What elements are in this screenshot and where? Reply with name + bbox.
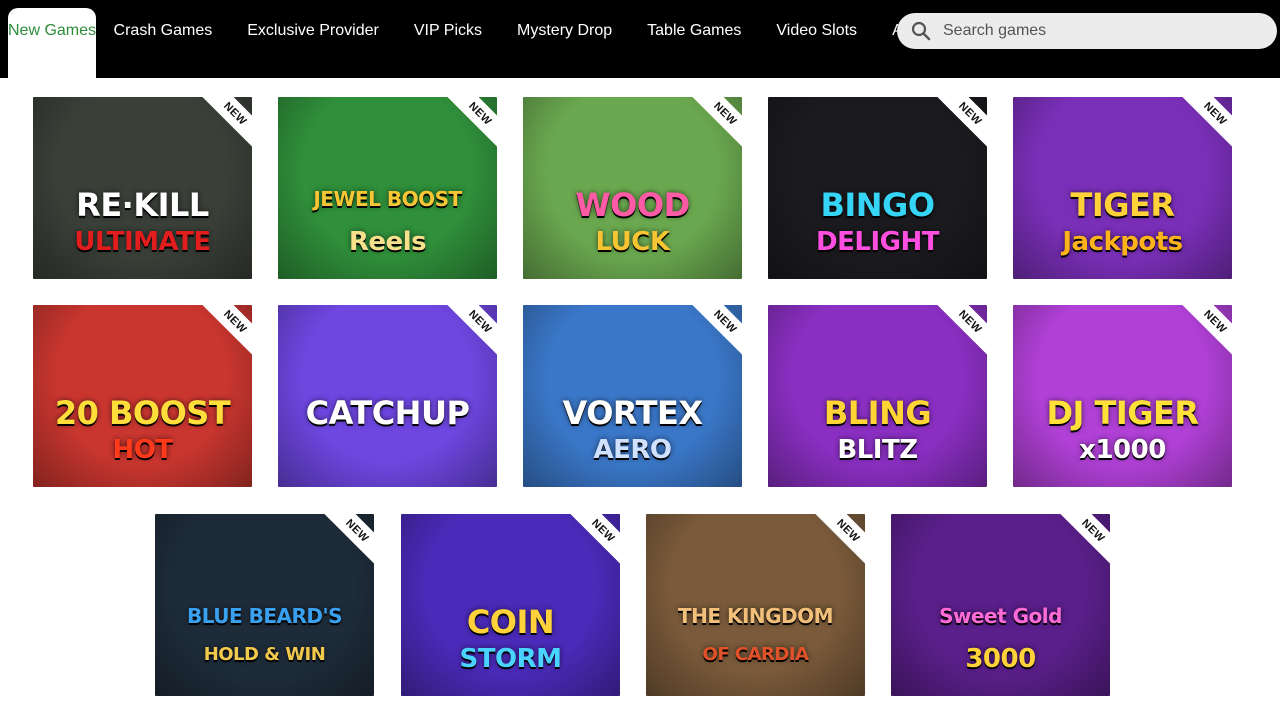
game-subtitle: Jackpots bbox=[1062, 227, 1183, 257]
new-badge-label: NEW bbox=[1201, 308, 1229, 336]
new-badge-label: NEW bbox=[711, 308, 739, 336]
game-tile-vortex-aero[interactable]: VORTEX AERO NEW bbox=[523, 305, 742, 487]
game-title: BLING bbox=[823, 394, 932, 432]
game-tile-jewel-boost-reels[interactable]: JEWEL BOOST Reels NEW bbox=[278, 97, 497, 279]
tab-all-games[interactable]: All Games bbox=[875, 8, 898, 78]
new-badge-label: NEW bbox=[1079, 517, 1107, 545]
new-badge: NEW bbox=[1175, 305, 1232, 362]
new-badge-label: NEW bbox=[343, 517, 371, 545]
tab-video-slots[interactable]: Video Slots bbox=[759, 8, 875, 78]
new-badge-label: NEW bbox=[221, 308, 249, 336]
game-title: THE KINGDOM bbox=[677, 604, 834, 628]
game-subtitle: DELIGHT bbox=[816, 227, 939, 257]
new-badge: NEW bbox=[685, 305, 742, 362]
new-badge: NEW bbox=[685, 97, 742, 154]
game-tile-blue-beards-buried-treasure[interactable]: BLUE BEARD'S HOLD & WIN NEW bbox=[155, 514, 374, 696]
new-badge: NEW bbox=[930, 305, 987, 362]
game-subtitle: OF CARDIA bbox=[702, 644, 809, 665]
tab-vip-picks[interactable]: VIP Picks bbox=[396, 8, 499, 78]
game-tile-re-kill-ultimate[interactable]: RE·KILL ULTIMATE NEW bbox=[33, 97, 252, 279]
game-title: RE·KILL bbox=[76, 186, 209, 224]
new-badge-label: NEW bbox=[466, 308, 494, 336]
game-title: CATCHUP bbox=[305, 394, 470, 432]
game-subtitle: HOLD & WIN bbox=[203, 644, 326, 665]
game-title: Sweet Gold bbox=[939, 604, 1062, 628]
new-badge: NEW bbox=[195, 305, 252, 362]
game-tile-bingo-delight[interactable]: BINGO DELIGHT NEW bbox=[768, 97, 987, 279]
game-subtitle: 3000 bbox=[965, 644, 1036, 674]
tab-new-games[interactable]: New Games bbox=[8, 8, 97, 78]
game-subtitle: STORM bbox=[459, 644, 562, 674]
new-badge: NEW bbox=[440, 97, 497, 154]
new-badge-label: NEW bbox=[956, 100, 984, 128]
category-tabs: New Games Crash Games Exclusive Provider… bbox=[8, 8, 898, 78]
game-tile-wood-luck[interactable]: WOOD LUCK NEW bbox=[523, 97, 742, 279]
new-badge: NEW bbox=[317, 514, 374, 571]
game-title: WOOD bbox=[575, 186, 690, 224]
new-badge: NEW bbox=[563, 514, 620, 571]
game-subtitle: BLITZ bbox=[837, 435, 918, 465]
game-title: 20 BOOST bbox=[54, 394, 231, 432]
new-badge: NEW bbox=[930, 97, 987, 154]
new-badge-label: NEW bbox=[466, 100, 494, 128]
game-title: TIGER bbox=[1070, 186, 1176, 224]
tab-table-games[interactable]: Table Games bbox=[630, 8, 759, 78]
new-badge-label: NEW bbox=[956, 308, 984, 336]
game-title: JEWEL BOOST bbox=[313, 187, 462, 211]
game-title: BINGO bbox=[820, 186, 935, 224]
game-subtitle: AERO bbox=[593, 435, 672, 465]
new-badge-label: NEW bbox=[221, 100, 249, 128]
tab-crash-games[interactable]: Crash Games bbox=[96, 8, 230, 78]
new-badge-label: NEW bbox=[1201, 100, 1229, 128]
game-subtitle: x1000 bbox=[1079, 435, 1166, 465]
game-tile-20-boost-hot[interactable]: 20 BOOST HOT NEW bbox=[33, 305, 252, 487]
game-title: BLUE BEARD'S bbox=[186, 604, 343, 628]
game-tile-sweet-gold-3000[interactable]: Sweet Gold 3000 NEW bbox=[891, 514, 1110, 696]
game-title: COIN bbox=[466, 603, 555, 641]
new-badge: NEW bbox=[440, 305, 497, 362]
tab-exclusive-provider[interactable]: Exclusive Provider bbox=[230, 8, 397, 78]
game-tile-catchup[interactable]: CATCHUP NEW bbox=[278, 305, 497, 487]
game-subtitle: HOT bbox=[112, 435, 173, 465]
game-tile-bling-blitz[interactable]: BLING BLITZ NEW bbox=[768, 305, 987, 487]
game-tile-tiger-jackpots[interactable]: TIGER Jackpots NEW bbox=[1013, 97, 1232, 279]
search-input[interactable] bbox=[943, 22, 1243, 40]
new-badge: NEW bbox=[1175, 97, 1232, 154]
game-tile-coin-storm[interactable]: COIN STORM NEW bbox=[401, 514, 620, 696]
new-badge: NEW bbox=[1053, 514, 1110, 571]
game-subtitle: Reels bbox=[348, 227, 427, 257]
new-badge-label: NEW bbox=[589, 517, 617, 545]
tab-mystery-drop[interactable]: Mystery Drop bbox=[500, 8, 630, 78]
game-tile-dj-tiger[interactable]: DJ TIGER x1000 NEW bbox=[1013, 305, 1232, 487]
search-bar[interactable] bbox=[897, 13, 1277, 49]
new-badge: NEW bbox=[808, 514, 865, 571]
new-badge: NEW bbox=[195, 97, 252, 154]
game-title: VORTEX bbox=[562, 394, 703, 432]
new-badge-label: NEW bbox=[711, 100, 739, 128]
game-tile-kingdom-of-cardia[interactable]: THE KINGDOM OF CARDIA NEW bbox=[646, 514, 865, 696]
game-subtitle: ULTIMATE bbox=[74, 227, 211, 257]
game-subtitle: LUCK bbox=[595, 227, 670, 257]
game-title: DJ TIGER bbox=[1046, 394, 1199, 432]
search-icon bbox=[911, 21, 931, 41]
new-badge-label: NEW bbox=[834, 517, 862, 545]
